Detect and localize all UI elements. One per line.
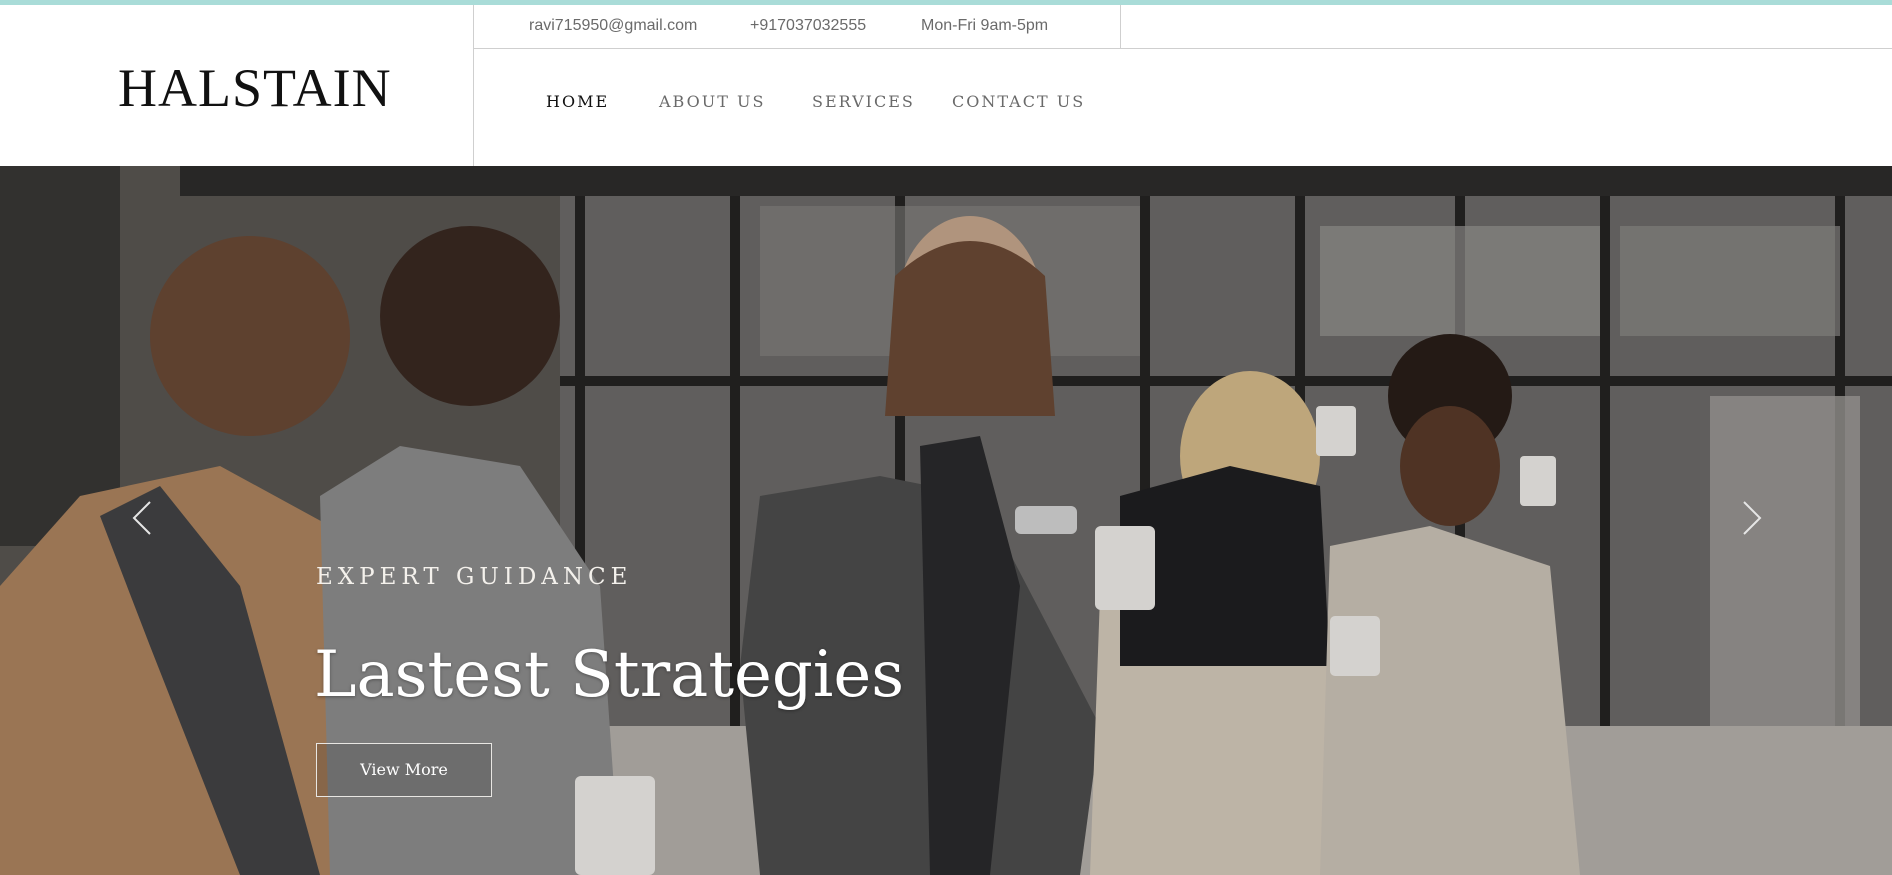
nav-item-home[interactable]: HOME bbox=[546, 92, 609, 111]
view-more-button[interactable]: View More bbox=[316, 743, 492, 797]
contact-email[interactable]: ravi715950@gmail.com bbox=[529, 17, 697, 35]
logo-container: HALSTAIN bbox=[0, 5, 474, 166]
site-header: HALSTAIN ravi715950@gmail.com +917037032… bbox=[0, 5, 1892, 166]
contact-topbar: ravi715950@gmail.com +917037032555 Mon-F… bbox=[474, 5, 1892, 49]
hero-title: Lastest Strategies bbox=[314, 638, 905, 712]
site-logo[interactable]: HALSTAIN bbox=[118, 57, 392, 119]
main-navigation: HOME ABOUT US SERVICES CONTACT US bbox=[474, 49, 1892, 166]
contact-phone[interactable]: +917037032555 bbox=[750, 17, 866, 35]
chevron-left-icon[interactable] bbox=[128, 498, 156, 538]
hero-slider: EXPERT GUIDANCE Lastest Strategies View … bbox=[0, 166, 1892, 875]
contact-info: ravi715950@gmail.com +917037032555 Mon-F… bbox=[474, 5, 1121, 49]
hero-eyebrow: EXPERT GUIDANCE bbox=[316, 564, 633, 590]
nav-item-about-us[interactable]: ABOUT US bbox=[659, 92, 765, 111]
chevron-right-icon[interactable] bbox=[1738, 498, 1766, 538]
nav-item-services[interactable]: SERVICES bbox=[812, 92, 915, 111]
nav-item-contact-us[interactable]: CONTACT US bbox=[952, 92, 1085, 111]
hero-background-photo bbox=[0, 166, 1892, 875]
business-hours: Mon-Fri 9am-5pm bbox=[921, 17, 1049, 34]
